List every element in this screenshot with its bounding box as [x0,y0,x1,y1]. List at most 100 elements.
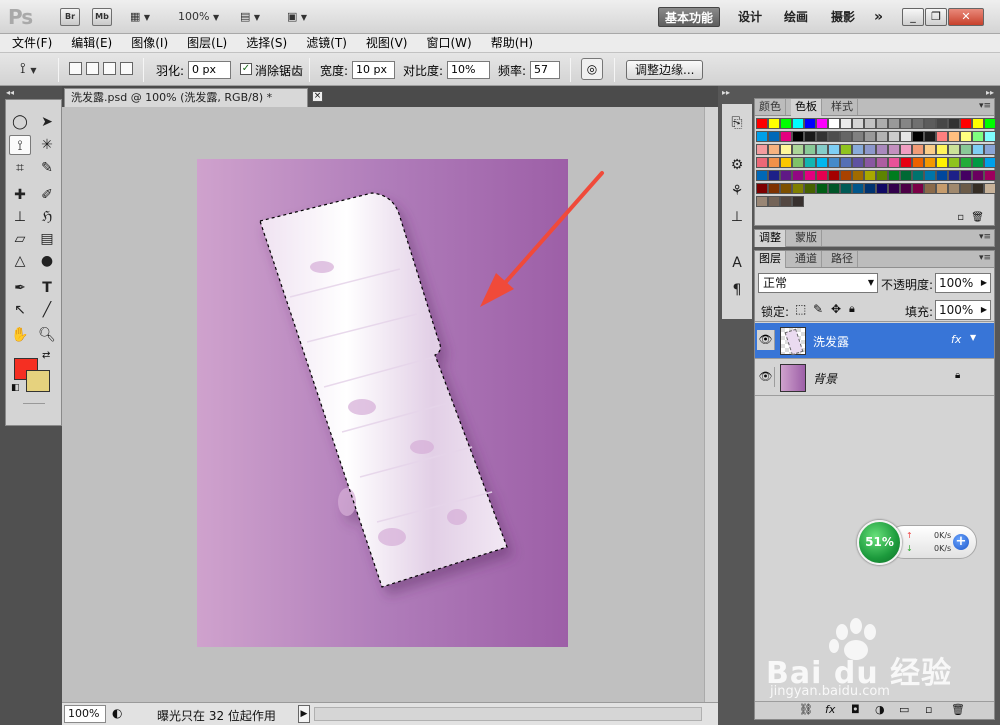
panel-menu-icon[interactable]: ▾≡ [979,253,991,263]
mini-bridge-button[interactable]: Mb [92,8,112,26]
brush-presets-icon[interactable]: ⚙ [726,154,748,176]
lock-all-icon[interactable]: 🔒︎ [849,302,855,316]
clone-stamp-tool-icon[interactable]: ⊥ [9,207,31,227]
layer-effects-icon[interactable]: fx [951,333,961,346]
color-swatch[interactable] [756,118,768,129]
color-swatch[interactable] [804,183,816,194]
color-swatch[interactable] [768,170,780,181]
feather-input[interactable]: 0 px [188,61,231,79]
color-swatch[interactable] [948,144,960,155]
type-tool-icon[interactable]: T [36,278,58,298]
color-swatch[interactable] [792,144,804,155]
workspace-essentials-button[interactable]: 基本功能 [658,7,721,27]
color-swatch[interactable] [816,118,828,129]
color-swatch[interactable] [972,183,984,194]
color-swatch[interactable] [960,183,972,194]
marquee-tool-icon[interactable]: ◯ [9,112,31,132]
color-swatch[interactable] [888,131,900,142]
tab-channels[interactable]: 通道 [791,251,822,267]
lock-transparent-icon[interactable]: ⬚ [795,302,806,316]
menu-help[interactable]: 帮助(H) [491,34,533,52]
new-layer-icon[interactable]: ▫ [925,703,932,716]
color-swatch[interactable] [900,170,912,181]
color-swatch[interactable] [900,144,912,155]
status-options-icon[interactable]: ◐ [112,706,122,720]
color-swatch[interactable] [876,144,888,155]
menu-select[interactable]: 选择(S) [246,34,287,52]
color-swatch[interactable] [924,131,936,142]
color-swatch[interactable] [912,118,924,129]
color-swatch[interactable] [984,183,996,194]
color-swatch[interactable] [792,118,804,129]
color-swatch[interactable] [768,183,780,194]
color-swatch[interactable] [816,131,828,142]
color-swatch[interactable] [768,196,780,207]
add-mask-icon[interactable]: ◘ [851,703,860,716]
gradient-tool-icon[interactable]: ▤ [36,229,58,249]
color-swatch[interactable] [984,131,996,142]
color-swatch[interactable] [960,131,972,142]
color-swatch[interactable] [840,170,852,181]
delete-layer-icon[interactable]: 🗑︎ [951,703,965,716]
color-swatch[interactable] [828,183,840,194]
color-swatch[interactable] [804,131,816,142]
antialias-checkbox[interactable]: ✓ [240,63,252,75]
color-swatch[interactable] [924,144,936,155]
intersect-selection-icon[interactable] [120,62,133,75]
color-swatch[interactable] [972,131,984,142]
bridge-button[interactable]: Br [60,8,80,26]
background-color-swatch[interactable] [26,370,50,392]
color-swatch[interactable] [792,183,804,194]
color-swatch[interactable] [756,157,768,168]
panel-menu-icon[interactable]: ▾≡ [979,101,991,111]
color-swatch[interactable] [948,118,960,129]
color-swatch[interactable] [852,118,864,129]
tab-color[interactable]: 颜色 [755,99,786,115]
color-swatch[interactable] [828,157,840,168]
default-colors-icon[interactable]: ◧ [11,383,20,393]
color-swatch[interactable] [756,196,768,207]
color-swatch[interactable] [984,157,996,168]
hand-tool-icon[interactable]: ✋ [9,325,31,345]
color-swatch[interactable] [924,157,936,168]
view-extras-button[interactable]: ▦ ▼ [130,8,150,26]
pen-tool-icon[interactable]: ✒ [9,278,31,298]
panel-menu-icon[interactable]: ▾≡ [979,232,991,242]
menu-filter[interactable]: 滤镜(T) [306,34,347,52]
color-swatch[interactable] [960,157,972,168]
minimize-button[interactable]: _ [902,8,924,26]
color-swatch[interactable] [924,183,936,194]
blend-mode-select[interactable]: 正常 ▼ [758,273,878,293]
color-swatch[interactable] [828,170,840,181]
tab-layers[interactable]: 图层 [755,251,786,268]
layer-row-shampoo[interactable]: 👁︎ 洗发露 fx ▼ [755,323,994,359]
color-swatch[interactable] [792,157,804,168]
menu-image[interactable]: 图像(I) [131,34,168,52]
color-swatch[interactable] [864,170,876,181]
collapse-panel-icon[interactable]: ◂◂ [6,88,14,97]
color-swatch[interactable] [756,183,768,194]
zoom-level-dropdown[interactable]: 100% ▼ [178,8,219,26]
color-swatch[interactable] [828,131,840,142]
color-swatch[interactable] [876,118,888,129]
color-swatch[interactable] [840,157,852,168]
color-swatch[interactable] [948,157,960,168]
contrast-input[interactable]: 10% [447,61,490,79]
menu-edit[interactable]: 编辑(E) [71,34,112,52]
color-swatch[interactable] [912,157,924,168]
new-swatch-icon[interactable]: ▫ [957,212,964,223]
expand-panels-icon[interactable]: ▸▸ [722,88,730,97]
clone-source-icon[interactable]: ⊥ [726,206,748,228]
color-swatch[interactable] [960,144,972,155]
eraser-tool-icon[interactable]: ▱ [9,229,31,249]
magnetic-lasso-tool-icon[interactable]: ⟟ [9,135,31,155]
crop-tool-icon[interactable]: ⌗ [9,158,31,178]
color-swatch[interactable] [864,118,876,129]
color-swatch[interactable] [900,183,912,194]
color-swatch[interactable] [768,144,780,155]
color-swatch[interactable] [816,170,828,181]
color-swatch[interactable] [852,131,864,142]
color-swatch[interactable] [840,131,852,142]
color-swatch[interactable] [804,157,816,168]
link-layers-icon[interactable]: ⛓ [799,703,813,716]
